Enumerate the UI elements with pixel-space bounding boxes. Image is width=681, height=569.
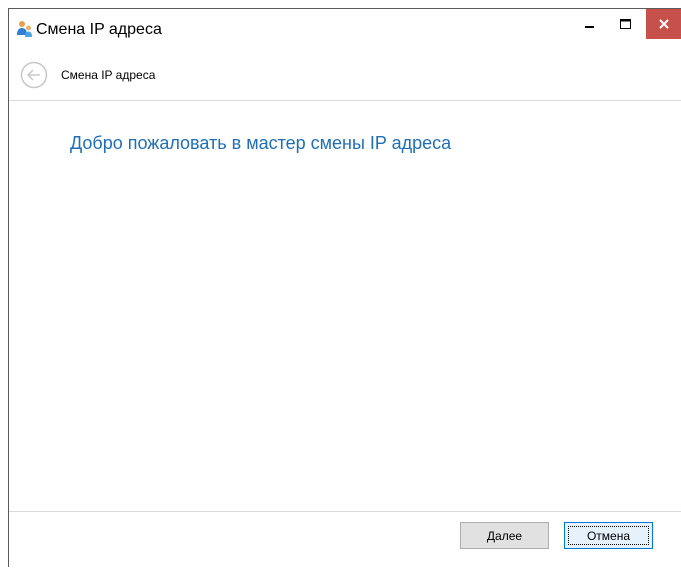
wizard-content: Добро пожаловать в мастер смены IP адрес…	[9, 101, 681, 511]
wizard-title: Смена IP адреса	[61, 68, 156, 82]
close-icon	[659, 19, 669, 29]
wizard-window: Смена IP адреса Смена IP адреса Добро по…	[8, 8, 681, 569]
welcome-heading: Добро пожаловать в мастер смены IP адрес…	[70, 133, 452, 153]
close-button[interactable]	[646, 9, 681, 39]
minimize-button[interactable]	[575, 9, 605, 39]
users-app-icon	[16, 20, 34, 38]
cancel-button[interactable]: Отмена	[564, 522, 653, 549]
maximize-icon	[619, 19, 631, 29]
wizard-nav-bar: Смена IP адреса	[9, 58, 681, 101]
back-button[interactable]	[20, 61, 48, 89]
minimize-icon	[585, 26, 594, 28]
window-title: Смена IP адреса	[36, 21, 162, 38]
title-bar[interactable]: Смена IP адреса	[9, 9, 681, 51]
next-button-label: Далее	[486, 528, 523, 543]
cancel-button-label: Отмена	[586, 528, 631, 543]
maximize-button[interactable]	[610, 9, 640, 39]
wizard-footer: Далее Отмена	[9, 511, 681, 569]
back-arrow-icon	[20, 61, 48, 89]
next-button[interactable]: Далее	[460, 522, 549, 549]
